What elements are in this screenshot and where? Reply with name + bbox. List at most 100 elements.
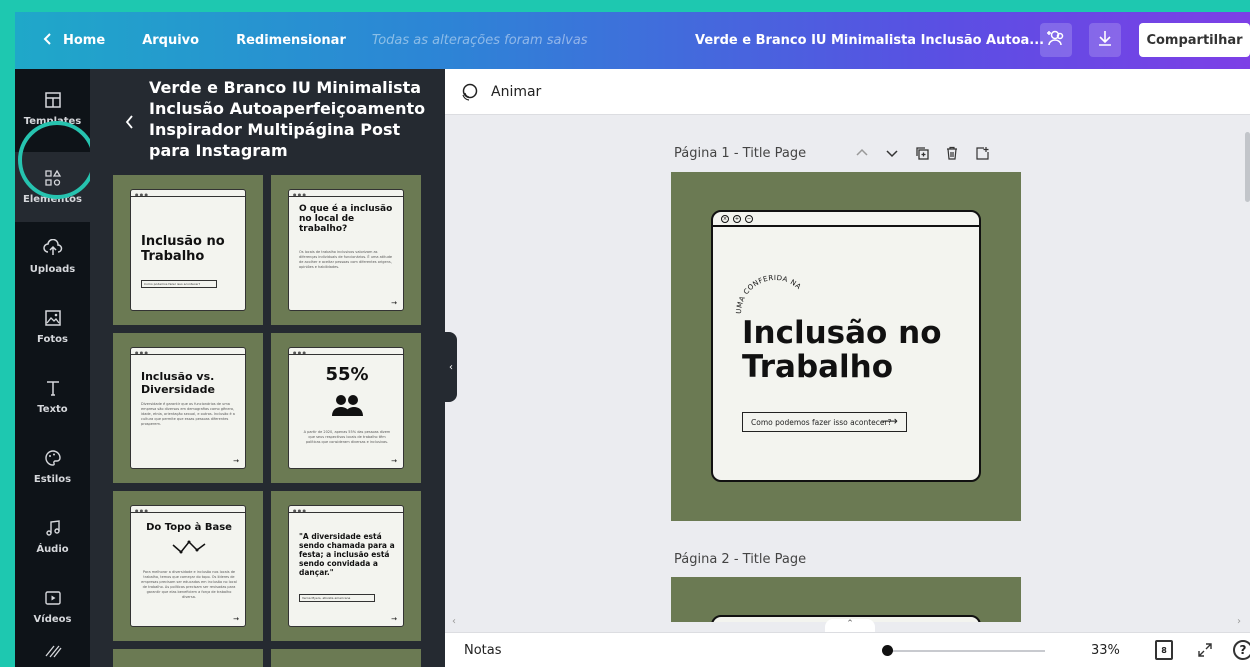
fullscreen-icon[interactable]	[1197, 642, 1213, 662]
trash-icon[interactable]	[945, 145, 959, 164]
editor-window: Home Arquivo Redimensionar Todas as alte…	[15, 12, 1250, 667]
template-thumb-8[interactable]	[271, 649, 421, 667]
rail-item-text[interactable]: Texto	[15, 362, 90, 432]
design-page-2[interactable]	[671, 577, 1021, 622]
rail-label-audio: Áudio	[36, 544, 69, 555]
page-count-button[interactable]: 8	[1155, 640, 1173, 660]
page-2-label: Página 2 - Title Page	[674, 552, 807, 567]
thumb-title: Inclusão no Trabalho	[141, 234, 225, 264]
template-thumb-5[interactable]: ● ● ● Do Topo à Base Para melhorar a div…	[113, 491, 263, 641]
rail-item-videos[interactable]: Vídeos	[15, 572, 90, 642]
design-card: × + − UMA CONFERIDA NA Inclusão no Traba…	[711, 210, 981, 482]
card-top-line	[713, 225, 979, 227]
template-thumb-6[interactable]: ● ● ● "A diversidade está sendo chamada …	[271, 491, 421, 641]
design-cta-text: Como podemos fazer isso acontecer?	[751, 417, 892, 427]
animate-toolbar: Animar	[445, 69, 1250, 115]
upload-cloud-icon	[42, 238, 63, 264]
chevron-up-icon[interactable]	[855, 145, 869, 164]
palette-icon	[44, 449, 62, 474]
thumb-body: Para melhorar a diversidade e inclusão n…	[141, 570, 237, 599]
home-label: Home	[63, 33, 106, 48]
design-title-line-1: Inclusão no	[742, 315, 942, 351]
trend-line-icon	[171, 539, 207, 559]
help-icon[interactable]: ?	[1233, 640, 1250, 660]
pattern-icon	[44, 644, 62, 665]
page-1-label: Página 1 - Title Page	[674, 146, 807, 161]
document-title[interactable]: Verde e Branco IU Minimalista Inclusão A…	[695, 33, 1044, 48]
animate-icon[interactable]	[459, 82, 479, 102]
thumb-body: Diversidade é garantir que os funcionári…	[141, 402, 235, 426]
file-menu[interactable]: Arquivo	[142, 33, 199, 48]
design-page-1[interactable]: × + − UMA CONFERIDA NA Inclusão no Traba…	[671, 172, 1021, 521]
rail-item-styles[interactable]: Estilos	[15, 432, 90, 502]
rail-label-photos: Fotos	[37, 334, 68, 345]
save-status: Todas as alterações foram salvas	[371, 33, 588, 48]
video-icon	[44, 589, 62, 614]
page-tools	[855, 145, 989, 164]
arrow-right-icon: →	[391, 615, 397, 623]
collapse-panel-button[interactable]: ‹	[445, 332, 457, 402]
notes-button[interactable]: Notas	[464, 643, 502, 658]
thumb-title: "A diversidade está sendo chamada para a…	[299, 532, 395, 577]
thumb-card: ● ● ● Inclusão no Trabalho Como podemos …	[130, 189, 246, 311]
thumb-card: ● ● ● Inclusão vs. Diversidade Diversida…	[130, 347, 246, 469]
arrow-right-icon: →	[233, 615, 239, 623]
rail-label-videos: Vídeos	[33, 614, 72, 625]
design-cta-box: Como podemos fazer isso acontecer? ⟶	[742, 412, 907, 432]
text-icon	[44, 379, 62, 404]
thumb-title: Inclusão vs. Diversidade	[141, 370, 215, 396]
thumb-card: ● ● ● Do Topo à Base Para melhorar a div…	[130, 505, 246, 627]
music-note-icon	[44, 519, 62, 544]
thumb-body: Os locais de trabalho inclusivos valoriz…	[299, 250, 393, 269]
rail-item-photos[interactable]: Fotos	[15, 292, 90, 362]
thumb-card: ● ● ● "A diversidade está sendo chamada …	[288, 505, 404, 627]
page-count: 8	[1161, 645, 1167, 655]
zoom-slider[interactable]	[885, 650, 1045, 652]
template-thumb-3[interactable]: ● ● ● Inclusão vs. Diversidade Diversida…	[113, 333, 263, 483]
templates-panel: Verde e Branco IU Minimalista Inclusão A…	[90, 69, 445, 667]
svg-text:UMA CONFERIDA NA: UMA CONFERIDA NA	[735, 274, 803, 314]
template-thumb-7[interactable]	[113, 649, 263, 667]
card-bar	[289, 196, 403, 197]
minus-dot-icon: −	[745, 215, 753, 223]
share-people-button[interactable]	[1040, 23, 1072, 57]
back-chevron-icon[interactable]	[125, 114, 133, 133]
arrow-right-icon: →	[391, 299, 397, 307]
top-bar: Home Arquivo Redimensionar Todas as alte…	[15, 12, 1250, 69]
thumb-title: Do Topo à Base	[146, 522, 232, 533]
templates-icon	[44, 91, 62, 116]
duplicate-page-icon[interactable]	[915, 145, 929, 164]
chevron-left-icon: ‹	[449, 361, 453, 373]
vertical-scrollbar[interactable]	[1245, 132, 1250, 202]
scroll-right-icon[interactable]: ›	[1237, 616, 1241, 627]
download-button[interactable]	[1089, 23, 1121, 57]
resize-menu[interactable]: Redimensionar	[236, 33, 346, 48]
zoom-slider-knob[interactable]	[882, 645, 893, 656]
template-thumb-4[interactable]: ● ● ● 55% A partir de 2020, apenas 55% d…	[271, 333, 421, 483]
rail-label-text: Texto	[37, 404, 68, 415]
thumb-cta: Como podemos fazer isso acontecer?	[141, 280, 217, 288]
thumb-cta: Verna Myers, ativista americana	[299, 594, 375, 602]
template-thumb-1[interactable]: ● ● ● Inclusão no Trabalho Como podemos …	[113, 175, 263, 325]
design-title-line-2: Trabalho	[742, 349, 894, 385]
scroll-left-icon[interactable]: ‹	[452, 616, 456, 627]
card-bar	[289, 512, 403, 513]
home-button[interactable]: Home	[43, 32, 106, 49]
share-button[interactable]: Compartilhar	[1139, 23, 1250, 57]
template-thumb-2[interactable]: ● ● ● O que é a inclusão no local de tra…	[271, 175, 421, 325]
thumb-body: A partir de 2020, apenas 55% das pessoas…	[303, 430, 391, 444]
arrow-right-icon: ⟶	[880, 414, 898, 428]
chevron-down-icon[interactable]	[885, 145, 899, 164]
rail-item-uploads[interactable]: Uploads	[15, 222, 90, 292]
card-bar	[131, 196, 245, 197]
animate-button[interactable]: Animar	[491, 84, 541, 100]
thumb-card: ● ● ● O que é a inclusão no local de tra…	[288, 189, 404, 311]
rail-label-styles: Estilos	[33, 474, 72, 485]
zoom-value[interactable]: 33%	[1091, 643, 1120, 658]
notes-expand-handle[interactable]: ⌃	[825, 619, 875, 632]
rail-item-audio[interactable]: Áudio	[15, 502, 90, 572]
add-page-icon[interactable]	[975, 145, 989, 164]
arrow-right-icon: →	[391, 457, 397, 465]
rail-item-more[interactable]	[15, 642, 90, 667]
thumb-card: ● ● ● 55% A partir de 2020, apenas 55% d…	[288, 347, 404, 469]
